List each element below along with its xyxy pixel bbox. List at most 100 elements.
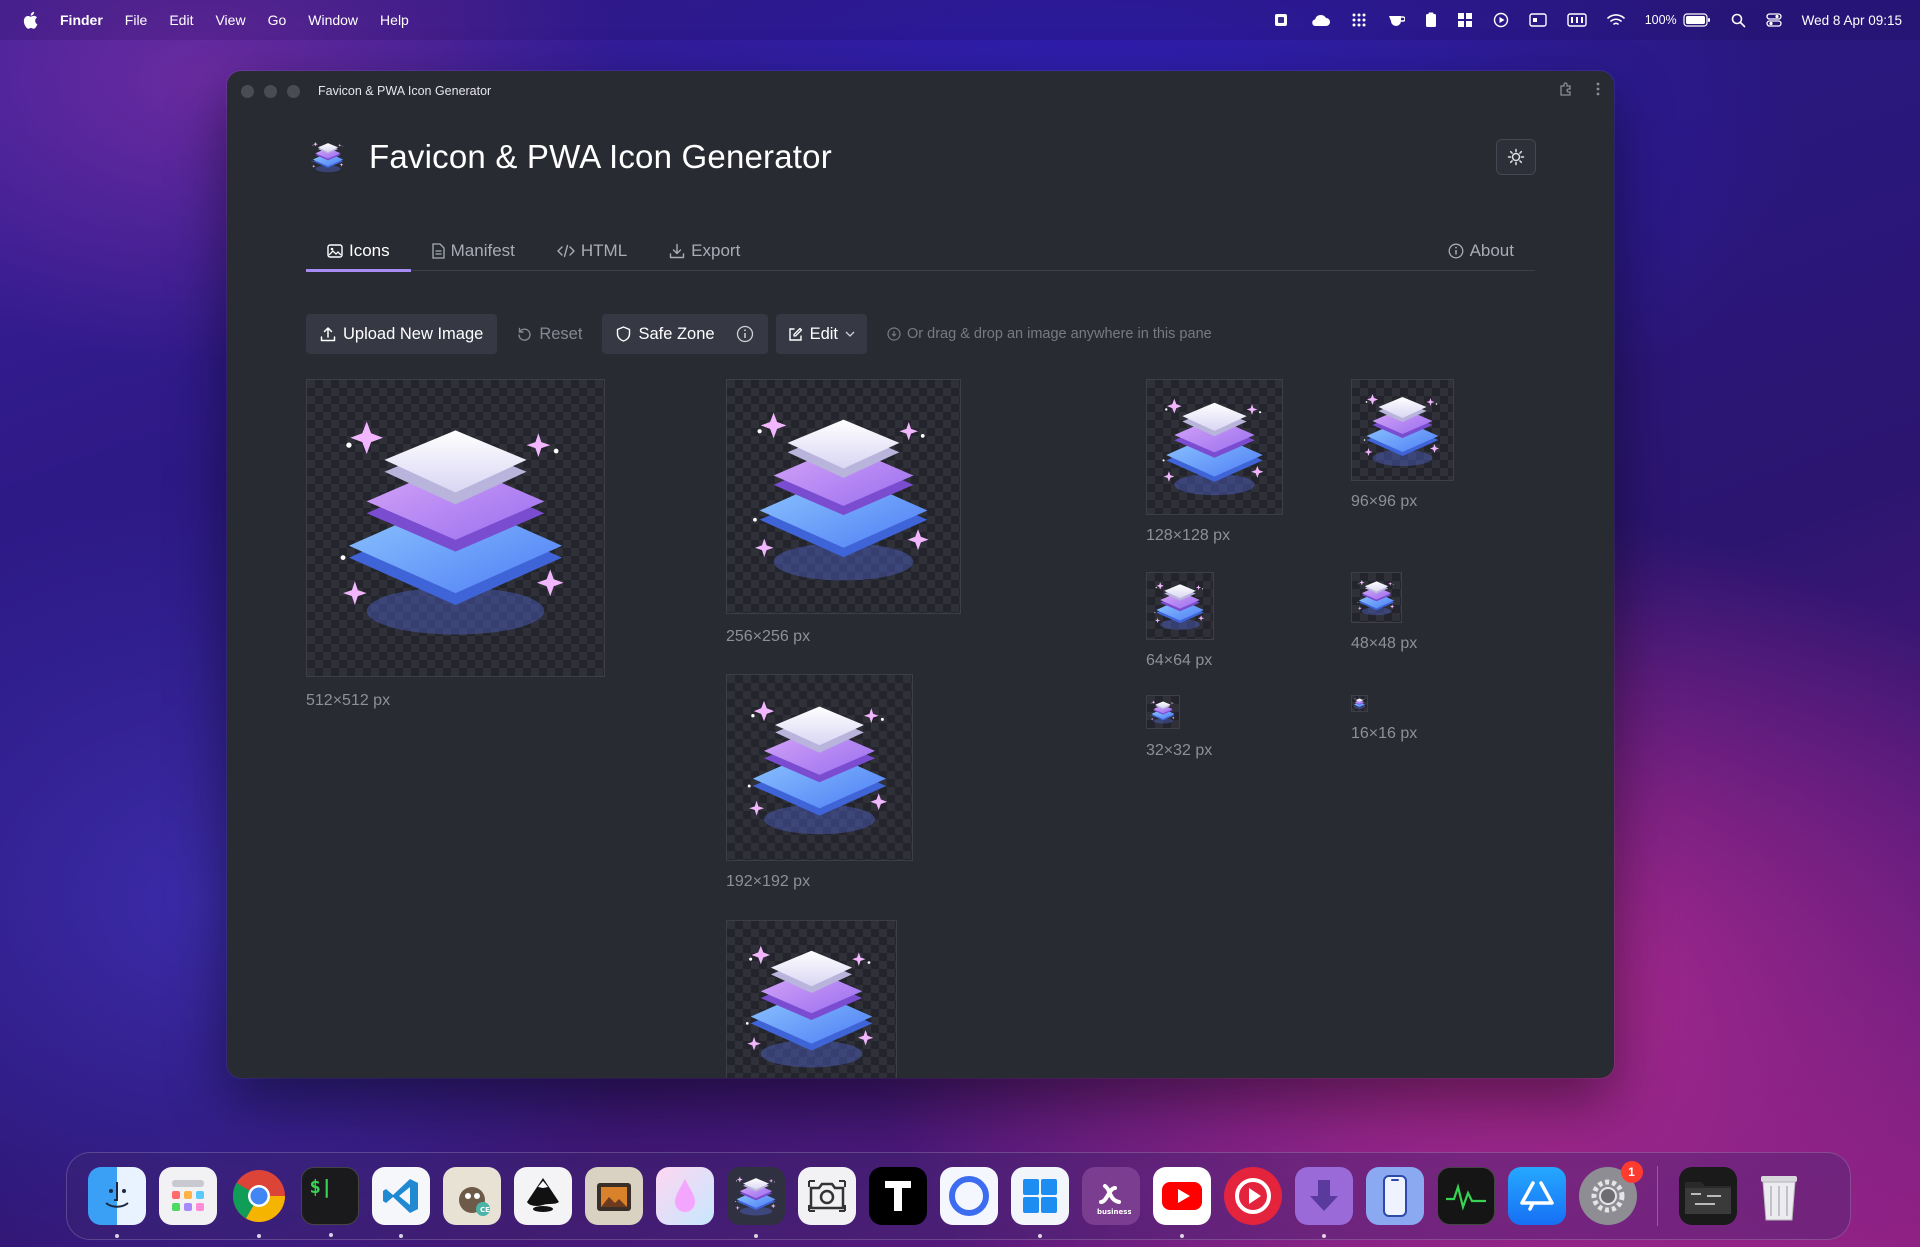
layers-preview-icon: [1147, 573, 1213, 639]
play-ring-icon: [1234, 1178, 1271, 1214]
sun-icon: [1507, 148, 1525, 166]
play-circle-icon[interactable]: [1493, 12, 1509, 28]
tab-about[interactable]: About: [1427, 231, 1535, 271]
edit-label: Edit: [809, 324, 839, 343]
page-title: Favicon & PWA Icon Generator: [369, 138, 832, 175]
dock-launchpad[interactable]: [158, 1167, 217, 1225]
window-grid-icon[interactable]: [1457, 12, 1473, 28]
status-shortcuts-icon[interactable]: [1273, 12, 1289, 28]
image-icon: [327, 243, 343, 258]
more-menu-icon[interactable]: [1596, 82, 1600, 101]
memory-icon[interactable]: [1566, 13, 1587, 27]
dock-downloader[interactable]: [1294, 1167, 1353, 1238]
menu-window[interactable]: Window: [308, 12, 358, 28]
dock-mirror[interactable]: [939, 1167, 998, 1225]
reset-button[interactable]: Reset: [505, 314, 594, 354]
menu-file[interactable]: File: [125, 12, 148, 28]
dock-podcast-player[interactable]: [1223, 1167, 1282, 1225]
code-icon: [557, 244, 575, 257]
svg-text:CE: CE: [480, 1206, 490, 1214]
dock-folder[interactable]: [1678, 1167, 1737, 1225]
dock-windows-app[interactable]: [1010, 1167, 1069, 1238]
toolbar: Upload New Image Reset Safe Zone Edit Or…: [306, 314, 1212, 354]
dock-trash[interactable]: [1750, 1167, 1808, 1225]
preview-192: [726, 674, 913, 861]
coffee-icon[interactable]: [1387, 12, 1405, 28]
dock-iphone-mirroring[interactable]: [1365, 1167, 1424, 1225]
clock[interactable]: Wed 8 Apr 09:15: [1802, 13, 1902, 28]
menu-app-name[interactable]: Finder: [60, 12, 103, 28]
dock-youtube[interactable]: [1152, 1167, 1211, 1238]
grid-dots-icon[interactable]: [1351, 12, 1367, 28]
dock-photobooth[interactable]: [584, 1167, 643, 1225]
tab-html[interactable]: HTML: [536, 231, 648, 271]
cloud-icon[interactable]: [1309, 12, 1331, 28]
phone-icon: [1382, 1175, 1407, 1217]
size-label-16: 16×16 px: [1351, 725, 1418, 742]
dock-typora[interactable]: [868, 1167, 927, 1225]
wifi-icon[interactable]: [1606, 13, 1625, 27]
layers-preview-icon: [1352, 573, 1401, 622]
layers-preview-icon: [727, 380, 960, 613]
ring-icon: [948, 1176, 989, 1216]
upload-new-image-button[interactable]: Upload New Image: [306, 314, 498, 354]
preview-apple-touch: [726, 920, 897, 1078]
tab-label: Manifest: [450, 240, 515, 260]
battery-icon[interactable]: [1683, 13, 1711, 27]
safe-zone-info-icon[interactable]: [736, 325, 754, 343]
dock-chrome[interactable]: [230, 1167, 288, 1238]
dock-screenshot[interactable]: [797, 1167, 856, 1225]
app-store-icon: [1519, 1181, 1554, 1211]
dock-favicon-generator[interactable]: [726, 1167, 785, 1238]
theme-toggle-button[interactable]: [1496, 139, 1536, 175]
menu-edit[interactable]: Edit: [169, 12, 193, 28]
dock-drop[interactable]: [655, 1167, 714, 1225]
edit-dropdown-button[interactable]: Edit: [775, 314, 868, 354]
info-icon: [1448, 243, 1464, 258]
drop-icon: [674, 1179, 695, 1212]
download-arrow-icon: [1309, 1180, 1338, 1211]
chevron-down-icon: [845, 331, 855, 337]
clipboard-icon[interactable]: [1425, 12, 1437, 28]
search-icon[interactable]: [1731, 13, 1746, 28]
zoom-button[interactable]: [287, 84, 300, 98]
dock-activity-monitor[interactable]: [1436, 1167, 1495, 1225]
dock-vscode[interactable]: [371, 1167, 430, 1238]
dock-system-settings[interactable]: 1: [1578, 1161, 1643, 1225]
dock-inkscape[interactable]: [513, 1167, 572, 1225]
close-button[interactable]: [241, 84, 254, 98]
display-icon[interactable]: [1528, 13, 1547, 27]
preview-512: [306, 379, 605, 677]
dock-finder[interactable]: [87, 1167, 146, 1238]
letter-t-icon: [884, 1181, 911, 1211]
window-title: Favicon & PWA Icon Generator: [318, 84, 492, 98]
control-center-icon[interactable]: [1766, 13, 1782, 27]
apple-menu-icon[interactable]: [22, 11, 38, 29]
minimize-button[interactable]: [264, 84, 277, 98]
layers-preview-icon: [1352, 380, 1453, 480]
dock-terminal[interactable]: $|: [300, 1167, 359, 1237]
terminal-prompt-icon: $|: [309, 1176, 333, 1198]
menu-view[interactable]: View: [215, 12, 245, 28]
tab-icons[interactable]: Icons: [306, 231, 411, 272]
menu-help[interactable]: Help: [380, 12, 409, 28]
dock-app-store[interactable]: [1507, 1167, 1566, 1225]
splashtop-icon: business: [1097, 1184, 1131, 1216]
size-label-256: 256×256 px: [726, 628, 811, 645]
safe-zone-button[interactable]: Safe Zone: [602, 314, 768, 354]
tab-label: Icons: [349, 240, 390, 260]
dock-splashtop[interactable]: business: [1081, 1167, 1140, 1225]
activity-graph-icon: [1445, 1183, 1486, 1211]
tab-manifest[interactable]: Manifest: [411, 231, 536, 271]
download-icon: [669, 243, 685, 258]
dock-gimp[interactable]: CE: [442, 1167, 501, 1225]
menu-go[interactable]: Go: [268, 12, 287, 28]
dock-separator: [1657, 1166, 1658, 1226]
dark-folder-icon: [1684, 1182, 1731, 1214]
title-bar: Favicon & PWA Icon Generator: [227, 71, 1614, 111]
reset-label: Reset: [539, 324, 583, 343]
tab-export[interactable]: Export: [648, 231, 761, 271]
extension-icon[interactable]: [1558, 81, 1574, 102]
camera-icon: [807, 1180, 846, 1212]
launchpad-grid-icon: [171, 1180, 204, 1211]
